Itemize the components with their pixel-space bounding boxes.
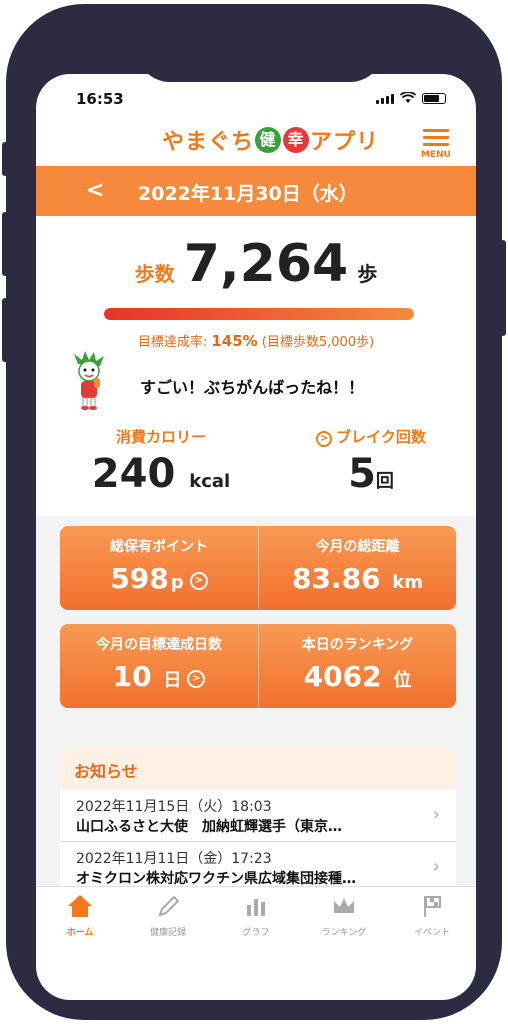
- news-panel: お知らせ 2022年11月15日（火）18:03 山口ふるさと大使 加納虹輝選手…: [60, 748, 456, 908]
- flag-icon: [424, 896, 441, 917]
- steps-progress-bar: [104, 308, 414, 320]
- menu-label: MENU: [421, 150, 451, 160]
- news-title: お知らせ: [74, 762, 138, 781]
- battery-icon: [422, 93, 446, 104]
- news-date: 2022年11月11日（金）17:23: [76, 851, 272, 867]
- steps-display: 歩数 7,264 歩: [36, 234, 476, 294]
- tab-graph[interactable]: グラフ: [212, 887, 300, 946]
- crown-icon: [334, 898, 354, 913]
- status-icons: [376, 92, 446, 104]
- phone-frame: 16:53 やまぐち 健 幸 アプリ MENU < 2022年11月30日（水）…: [2, 4, 506, 1020]
- news-text: オミクロン株対応ワクチン県広域集団接種…: [76, 871, 356, 887]
- status-time: 16:53: [76, 90, 124, 108]
- goal-rate-value: 145%: [211, 332, 258, 350]
- steps-progress-fill: [104, 308, 414, 320]
- break-value: 5: [348, 451, 376, 497]
- home-icon: [68, 895, 92, 917]
- current-date: 2022年11月30日（水）: [138, 183, 358, 205]
- circle-arrow-icon: >: [189, 572, 208, 590]
- app-logo: やまぐち 健 幸 アプリ: [162, 124, 379, 156]
- distance-unit: km: [392, 572, 424, 593]
- break-count-stat[interactable]: > ブレイク回数 5回: [286, 426, 456, 497]
- tab-label: グラフ: [242, 928, 270, 938]
- steps-unit: 歩: [357, 262, 378, 286]
- volume-up-button: [2, 212, 8, 276]
- news-item[interactable]: 2022年11月15日（火）18:03 山口ふるさと大使 加納虹輝選手（東京… …: [60, 790, 456, 842]
- goal-days-unit: 日: [163, 670, 182, 691]
- pencil-icon: [158, 895, 180, 917]
- calorie-label: 消費カロリー: [115, 428, 206, 446]
- circle-arrow-icon: >: [187, 670, 206, 688]
- app-header: やまぐち 健 幸 アプリ MENU: [36, 118, 476, 166]
- tab-bar: ホーム 健康記録 グラフ ランキング イベント: [36, 886, 476, 946]
- goal-days-value: 10: [112, 660, 152, 693]
- date-bar: < 2022年11月30日（水）: [36, 166, 476, 216]
- tab-label: ホーム: [66, 928, 94, 938]
- mascot-icon: [74, 351, 104, 410]
- menu-button[interactable]: MENU: [416, 126, 456, 166]
- calorie-unit: kcal: [189, 471, 231, 492]
- tab-ranking[interactable]: ランキング: [300, 887, 388, 946]
- distance-section: 今月の総距離 83.86 km: [258, 526, 456, 610]
- calorie-stat: 消費カロリー 240 kcal: [86, 426, 236, 497]
- chevron-right-icon: ›: [432, 856, 440, 877]
- goal-ranking-card: 今月の目標達成日数 10 日 > 本日のランキング 4062 位: [60, 624, 456, 708]
- distance-value: 83.86: [291, 562, 381, 595]
- previous-day-button[interactable]: <: [86, 178, 104, 203]
- news-text: 山口ふるさと大使 加納虹輝選手（東京…: [76, 819, 342, 835]
- wifi-icon: [400, 92, 416, 103]
- ranking-label: 本日のランキング: [301, 637, 414, 653]
- signal-icon: [376, 94, 394, 104]
- calorie-value: 240: [91, 451, 176, 497]
- ranking-value: 4062: [303, 660, 382, 693]
- hamburger-icon: [416, 129, 456, 146]
- circle-arrow-icon: >: [316, 431, 333, 447]
- break-label: ブレイク回数: [336, 428, 426, 446]
- encouragement-message: すごい！ぶちがんばったね！！: [140, 378, 365, 397]
- tab-label: ランキング: [321, 928, 367, 938]
- ranking-unit: 位: [393, 670, 412, 691]
- points-section[interactable]: 総保有ポイント 598 p >: [60, 526, 258, 610]
- tab-label: イベント: [413, 928, 450, 938]
- points-distance-card: 総保有ポイント 598 p > 今月の総距離 83.86 km: [60, 526, 456, 610]
- goal-rate-text: 目標達成率: 145% (目標歩数5,000歩): [137, 332, 375, 350]
- ranking-section: 本日のランキング 4062 位: [258, 624, 456, 708]
- points-value: 598: [110, 562, 169, 595]
- break-unit: 回: [375, 471, 394, 492]
- tab-home[interactable]: ホーム: [36, 887, 124, 946]
- app-screen: 16:53 やまぐち 健 幸 アプリ MENU < 2022年11月30日（水）…: [36, 74, 476, 1000]
- steps-label: 歩数: [134, 262, 175, 286]
- phone-notch: [136, 24, 384, 82]
- chevron-right-icon: ›: [432, 804, 440, 825]
- tab-event[interactable]: イベント: [388, 887, 476, 946]
- tab-label: 健康記録: [149, 928, 186, 938]
- graph-icon: [247, 899, 265, 916]
- mute-switch: [2, 142, 8, 176]
- news-date: 2022年11月15日（火）18:03: [76, 799, 272, 815]
- points-label: 総保有ポイント: [110, 539, 208, 555]
- volume-down-button: [2, 298, 8, 362]
- steps-value: 7,264: [183, 234, 349, 294]
- tab-health-record[interactable]: 健康記録: [124, 887, 212, 946]
- points-unit: p: [170, 572, 184, 593]
- goal-days-label: 今月の目標達成日数: [96, 637, 222, 653]
- goal-days-section[interactable]: 今月の目標達成日数 10 日 >: [60, 624, 258, 708]
- power-button: [500, 240, 506, 336]
- distance-label: 今月の総距離: [315, 539, 400, 555]
